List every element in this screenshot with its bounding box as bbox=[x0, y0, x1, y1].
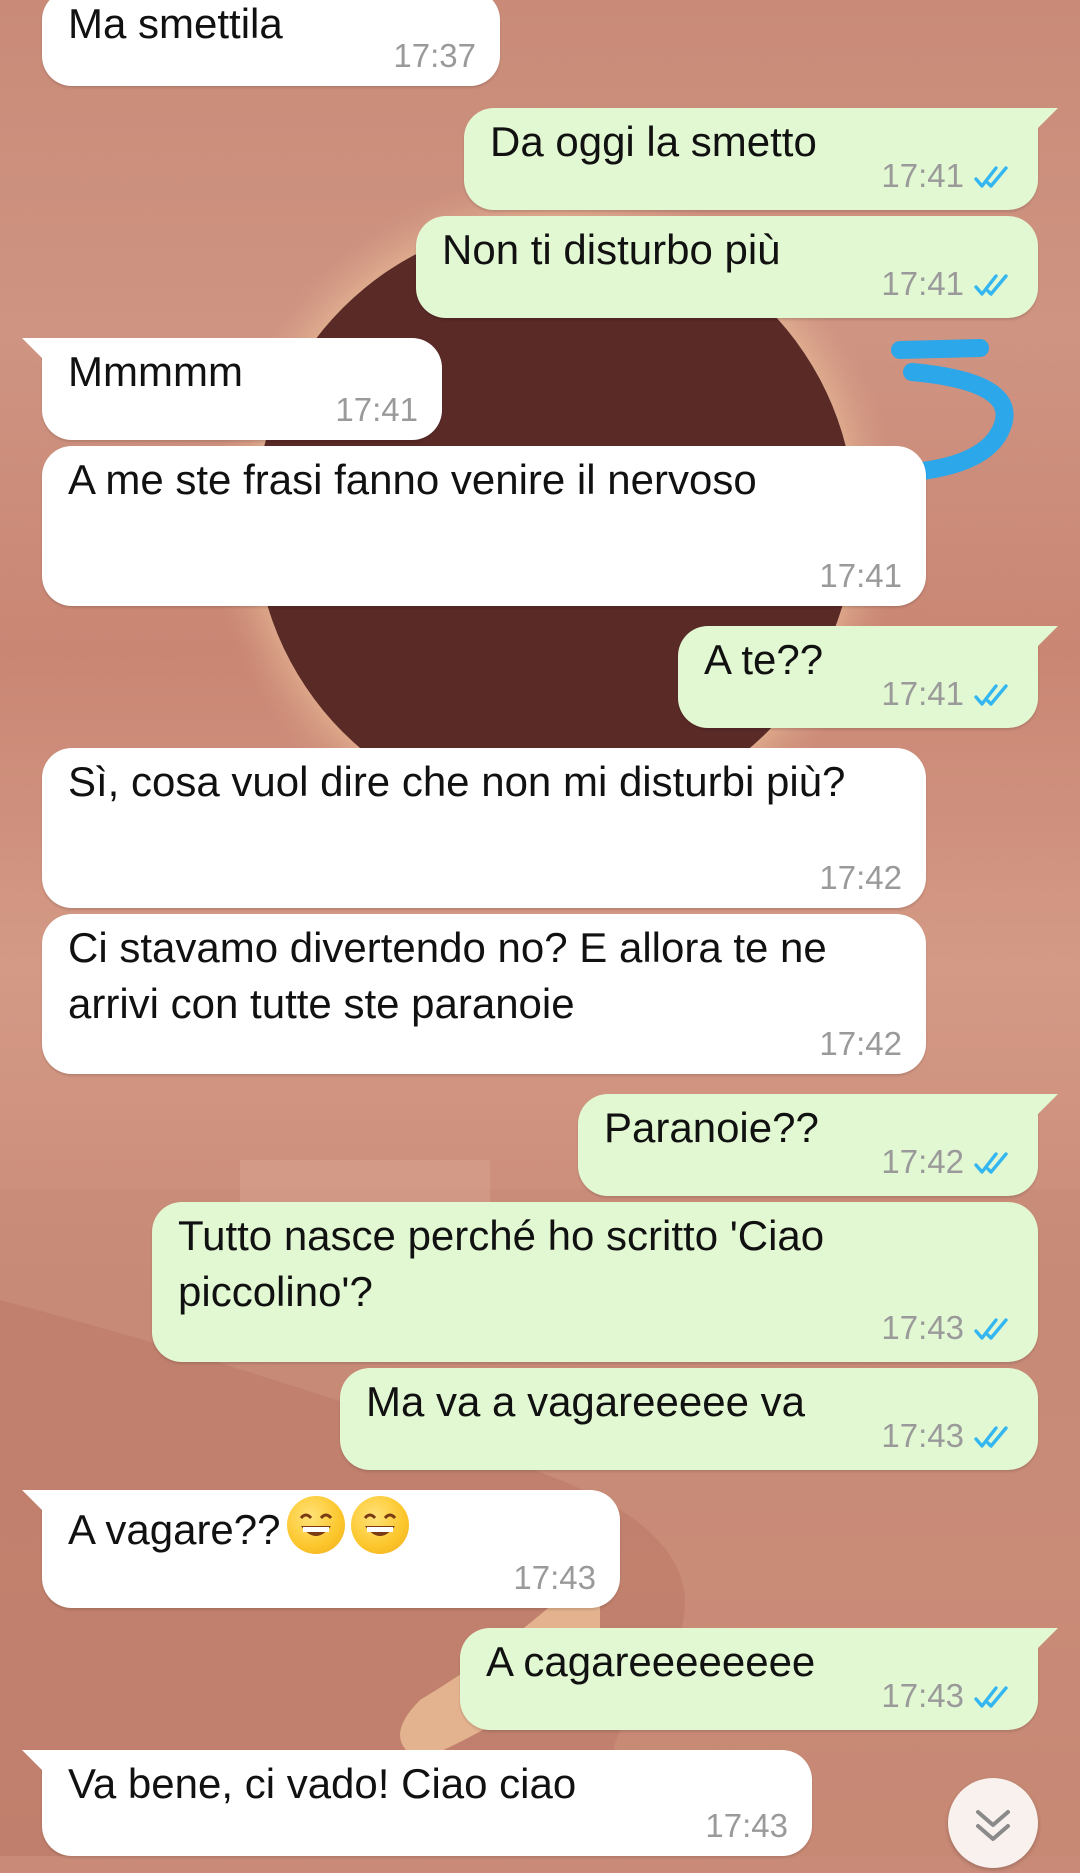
message-text: Tutto nasce perché ho scritto 'Ciao picc… bbox=[178, 1212, 825, 1315]
message-meta: 17:43 bbox=[513, 1558, 596, 1598]
message-timestamp: 17:41 bbox=[881, 265, 964, 302]
double-check-read-icon bbox=[972, 1312, 1014, 1352]
tears-of-joy-emoji bbox=[350, 1496, 409, 1554]
message-meta: 17:43 bbox=[705, 1806, 788, 1846]
message-meta: 17:43 bbox=[881, 1308, 1014, 1352]
outgoing-message-bubble[interactable]: A cagareeeeeeee 17:43 bbox=[460, 1628, 1058, 1730]
message-meta: 17:41 bbox=[335, 390, 418, 430]
incoming-message-bubble[interactable]: Sì, cosa vuol dire che non mi disturbi p… bbox=[42, 748, 926, 908]
message-timestamp: 17:43 bbox=[513, 1559, 596, 1596]
double-check-read-icon bbox=[972, 160, 1014, 200]
message-text: Da oggi la smetto bbox=[490, 118, 817, 165]
double-chevron-down-icon bbox=[976, 1810, 1010, 1841]
message-timestamp: 17:37 bbox=[393, 37, 476, 74]
outgoing-message-bubble[interactable]: Tutto nasce perché ho scritto 'Ciao picc… bbox=[152, 1202, 1038, 1362]
message-timestamp: 17:41 bbox=[881, 157, 964, 194]
message-meta: 17:41 bbox=[881, 156, 1014, 200]
incoming-message-bubble[interactable]: A me ste frasi fanno venire il nervoso 17… bbox=[42, 446, 926, 606]
message-text: Ci stavamo divertendo no? E allora te ne… bbox=[68, 924, 827, 1027]
message-text: A vagare?? bbox=[68, 1506, 281, 1553]
double-check-read-icon bbox=[972, 1680, 1014, 1720]
incoming-message-bubble[interactable]: Va bene, ci vado! Ciao ciao 17:43 bbox=[22, 1750, 812, 1856]
double-check-read-icon bbox=[972, 678, 1014, 718]
message-text: Non ti disturbo più bbox=[442, 226, 781, 273]
scroll-to-bottom-button[interactable] bbox=[948, 1778, 1038, 1868]
message-text: A cagareeeeeeee bbox=[486, 1638, 816, 1685]
message-meta: 17:41 bbox=[819, 556, 902, 596]
incoming-message-bubble[interactable]: Ma smettila 17:37 bbox=[42, 0, 500, 86]
incoming-message-bubble[interactable]: Mmmmm 17:41 bbox=[22, 338, 442, 440]
message-timestamp: 17:43 bbox=[881, 1309, 964, 1346]
message-text: A me ste frasi fanno venire il nervoso bbox=[68, 456, 757, 503]
outgoing-message-bubble[interactable]: Non ti disturbo più 17:41 bbox=[416, 216, 1038, 318]
message-meta: 17:42 bbox=[819, 858, 902, 898]
message-text: Sì, cosa vuol dire che non mi disturbi p… bbox=[68, 758, 846, 805]
incoming-message-bubble[interactable]: A vagare?? 17:43 bbox=[22, 1490, 620, 1608]
message-text: A te?? bbox=[704, 636, 824, 683]
message-text: Ma smettila bbox=[68, 0, 283, 47]
message-text: Paranoie?? bbox=[604, 1104, 819, 1151]
message-timestamp: 17:43 bbox=[881, 1677, 964, 1714]
message-text: Va bene, ci vado! Ciao ciao bbox=[68, 1760, 577, 1807]
incoming-message-bubble[interactable]: Ci stavamo divertendo no? E allora te ne… bbox=[42, 914, 926, 1074]
message-timestamp: 17:42 bbox=[819, 859, 902, 896]
message-meta: 17:41 bbox=[881, 674, 1014, 718]
double-check-read-icon bbox=[972, 1420, 1014, 1460]
message-text: Mmmmm bbox=[68, 348, 243, 395]
message-timestamp: 17:41 bbox=[335, 391, 418, 428]
outgoing-message-bubble[interactable]: Da oggi la smetto 17:41 bbox=[464, 108, 1058, 210]
message-meta: 17:43 bbox=[881, 1676, 1014, 1720]
message-text: Ma va a vagareeeee va bbox=[366, 1378, 805, 1425]
message-timestamp: 17:42 bbox=[819, 1025, 902, 1062]
message-meta: 17:42 bbox=[881, 1142, 1014, 1186]
message-meta: 17:37 bbox=[393, 36, 476, 76]
message-meta: 17:42 bbox=[819, 1024, 902, 1064]
double-check-read-icon bbox=[972, 1146, 1014, 1186]
outgoing-message-bubble[interactable]: A te?? 17:41 bbox=[678, 626, 1058, 728]
message-timestamp: 17:41 bbox=[881, 675, 964, 712]
message-meta: 17:41 bbox=[881, 264, 1014, 308]
grinning-sweat-emoji bbox=[286, 1496, 345, 1554]
message-timestamp: 17:42 bbox=[881, 1143, 964, 1180]
outgoing-message-bubble[interactable]: Paranoie?? 17:42 bbox=[578, 1094, 1058, 1196]
message-meta: 17:43 bbox=[881, 1416, 1014, 1460]
message-timestamp: 17:43 bbox=[705, 1807, 788, 1844]
message-timestamp: 17:43 bbox=[881, 1417, 964, 1454]
message-timestamp: 17:41 bbox=[819, 557, 902, 594]
double-check-read-icon bbox=[972, 268, 1014, 308]
outgoing-message-bubble[interactable]: Ma va a vagareeeee va 17:43 bbox=[340, 1368, 1038, 1470]
